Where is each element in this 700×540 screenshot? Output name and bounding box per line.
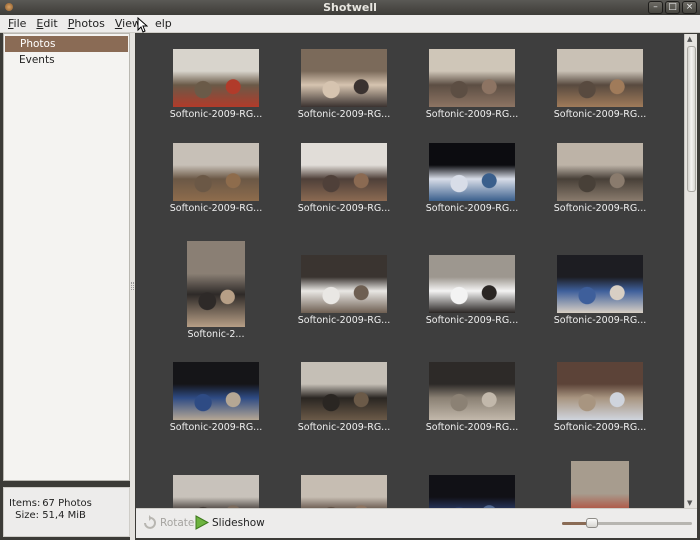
photo-caption: Softonic-2009-RG... [553,315,647,326]
photo-caption: Softonic-2009-RG... [297,422,391,433]
mouse-pointer-icon [137,17,148,33]
photo-thumbnail[interactable]: Softonic-2009-RG... [536,362,664,433]
photo-image [301,143,387,201]
play-icon [195,515,209,530]
photo-image [301,49,387,107]
photo-image [557,49,643,107]
photo-thumbnail[interactable] [408,475,536,508]
photo-caption: Softonic-2009-RG... [425,422,519,433]
photo-image [429,143,515,201]
slideshow-button[interactable]: Slideshow [194,515,265,530]
photo-image [173,475,259,508]
photo-image [557,143,643,201]
photo-image [301,255,387,313]
photo-image [187,241,245,327]
rotate-button[interactable]: Rotate [142,515,194,530]
photo-thumbnail[interactable] [280,475,408,508]
bottom-toolbar: Rotate Slideshow [136,508,697,538]
photo-thumbnail[interactable]: Softonic-2009-RG... [536,255,664,326]
photo-caption: Softonic-2009-RG... [553,203,647,214]
sidebar-item-events[interactable]: Events [4,52,129,68]
photo-thumbnail[interactable]: Softonic-2009-RG... [280,362,408,433]
photo-caption: Softonic-2009-RG... [169,109,263,120]
photo-image [173,362,259,420]
photo-thumbnail[interactable]: Softonic-2009-RG... [536,143,664,214]
menu-photos[interactable]: Photos [63,17,110,30]
photo-thumbnail[interactable]: Softonic-2009-RG... [152,143,280,214]
size-label: Size: [15,510,39,521]
photo-caption: Softonic-2... [187,329,245,340]
photo-caption: Softonic-2009-RG... [425,315,519,326]
photo-image [557,255,643,313]
photo-thumbnail[interactable]: Softonic-2... [152,241,280,340]
items-label: Items: [9,498,41,509]
photo-grid: Softonic-2009-RG... Softonic-2009-RG... So… [136,34,684,508]
scrollbar-thumb[interactable] [687,46,696,192]
photo-image [429,362,515,420]
photo-image [173,143,259,201]
photo-image [301,362,387,420]
photo-caption: Softonic-2009-RG... [169,422,263,433]
photo-thumbnail[interactable]: Softonic-2009-RG... [280,255,408,326]
photo-caption: Softonic-2009-RG... [297,315,391,326]
maximize-icon[interactable]: □ [665,1,680,14]
photo-thumbnail[interactable] [536,461,664,508]
photo-caption: Softonic-2009-RG... [425,109,519,120]
photo-image [571,461,629,508]
photo-image [429,475,515,508]
photo-thumbnail[interactable]: Softonic-2009-RG... [152,49,280,120]
menu-bar: File Edit Photos View elp [0,15,700,33]
menu-file[interactable]: File [3,17,31,30]
scroll-up-icon[interactable]: ▲ [687,35,692,43]
menu-help[interactable]: elp [146,17,177,30]
items-count: 67 Photos [42,498,92,509]
photo-thumbnail[interactable]: Softonic-2009-RG... [408,255,536,326]
photo-caption: Softonic-2009-RG... [553,422,647,433]
photo-thumbnail[interactable]: Softonic-2009-RG... [280,49,408,120]
scroll-down-icon[interactable]: ▼ [687,499,692,507]
photo-caption: Softonic-2009-RG... [553,109,647,120]
sidebar-item-photos[interactable]: Photos [5,36,128,52]
window-title: Shotwell [323,1,377,14]
photo-thumbnail[interactable]: Softonic-2009-RG... [152,362,280,433]
rotate-icon [144,515,156,529]
close-icon[interactable]: × [682,1,697,14]
photo-image [173,49,259,107]
size-value: 51,4 MiB [42,510,86,521]
menu-edit[interactable]: Edit [31,17,62,30]
photo-thumbnail[interactable]: Softonic-2009-RG... [280,143,408,214]
photo-thumbnail[interactable]: Softonic-2009-RG... [408,362,536,433]
photo-thumbnail[interactable]: Softonic-2009-RG... [536,49,664,120]
photo-caption: Softonic-2009-RG... [297,203,391,214]
photo-thumbnail[interactable]: Softonic-2009-RG... [408,49,536,120]
title-bar: Shotwell – □ × [0,0,700,15]
zoom-slider[interactable] [562,518,692,528]
photo-thumbnail[interactable]: Softonic-2009-RG... [408,143,536,214]
library-status: Items: 67 Photos Size: 51,4 MiB [3,487,130,537]
photo-thumbnail[interactable] [152,475,280,508]
sidebar: Photos Events [3,33,130,481]
zoom-slider-handle[interactable] [585,518,598,528]
photo-caption: Softonic-2009-RG... [169,203,263,214]
minimize-icon[interactable]: – [648,1,663,14]
photo-image [429,255,515,313]
vertical-scrollbar[interactable]: ▲ ▼ [684,34,697,508]
photo-image [301,475,387,508]
photo-caption: Softonic-2009-RG... [297,109,391,120]
photo-caption: Softonic-2009-RG... [425,203,519,214]
photo-image [429,49,515,107]
photo-image [557,362,643,420]
pane-grip-icon[interactable] [131,282,134,290]
